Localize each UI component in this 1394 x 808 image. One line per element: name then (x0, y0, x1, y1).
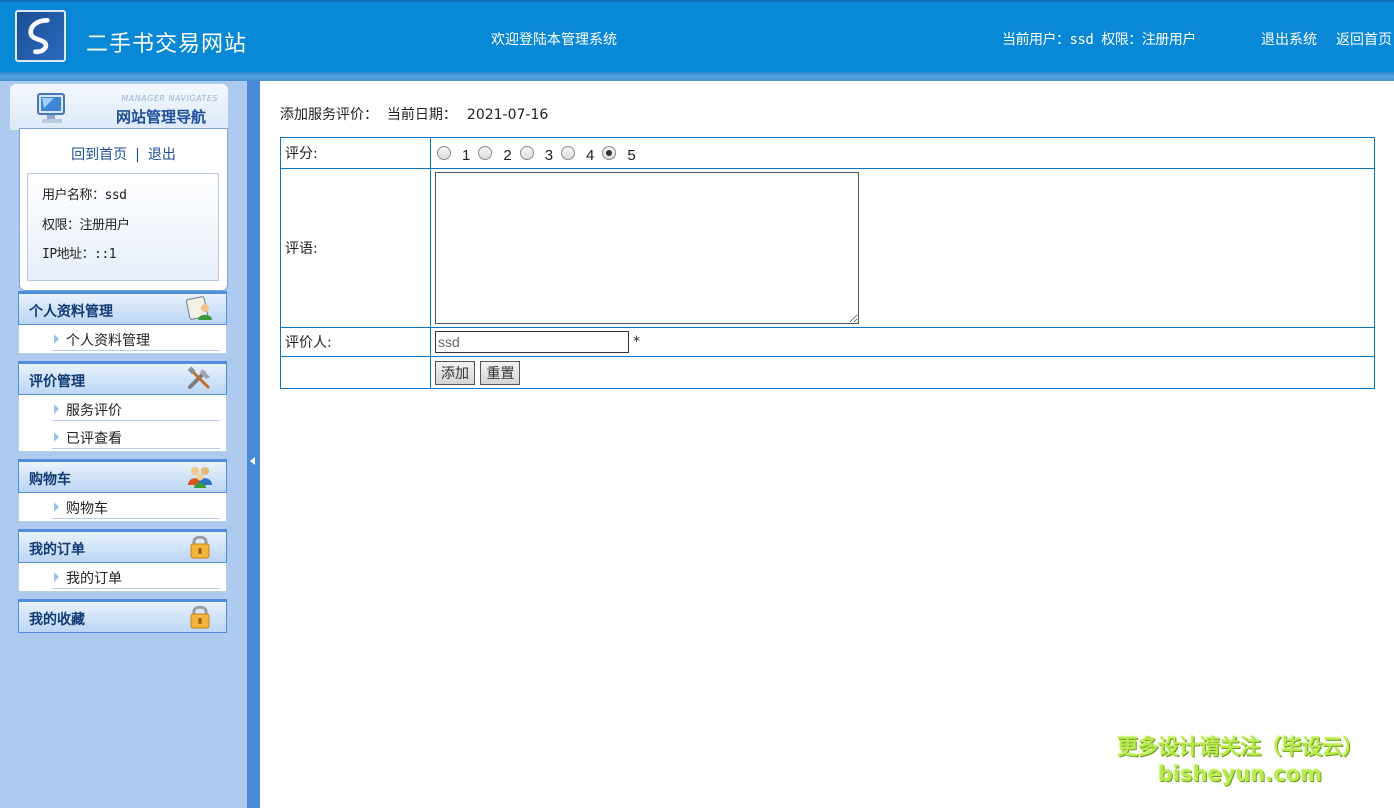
menu-review[interactable]: 评价管理 (18, 361, 227, 395)
arrow-right-icon (54, 502, 59, 512)
menu-title: 我的订单 (29, 542, 85, 558)
monitor-icon (37, 93, 65, 123)
menu-favorites[interactable]: 我的收藏 (18, 599, 227, 633)
review-form: 评分: 1 2 3 4 5 评语: 评价人: * 添加 重置 (280, 137, 1375, 389)
nav-header: MANAGER NAVIGATES 网站管理导航 (10, 84, 228, 130)
welcome-text: 欢迎登陆本管理系统 (491, 32, 617, 48)
menu-title: 评价管理 (29, 374, 85, 390)
menu-title: 个人资料管理 (29, 304, 113, 320)
score-radio-label: 4 (586, 146, 595, 164)
empty-cell (280, 356, 431, 389)
users-icon (188, 467, 212, 488)
score-radio-label: 3 (544, 146, 554, 164)
add-button[interactable]: 添加 (435, 360, 475, 385)
nav-subtitle: MANAGER NAVIGATES (121, 94, 218, 103)
score-radio-4[interactable] (561, 146, 576, 160)
reviewer-label: 评价人: (280, 327, 431, 357)
menu-orders-items: 我的订单 (18, 563, 227, 592)
nav-title: 网站管理导航 (115, 108, 206, 126)
profile-icon (186, 296, 212, 320)
score-radio-1[interactable] (437, 146, 451, 160)
divider (52, 420, 220, 421)
menu-cart[interactable]: 购物车 (18, 459, 227, 493)
score-radio-2[interactable] (478, 146, 493, 160)
lock-icon (190, 535, 210, 559)
menu-title: 我的收藏 (29, 612, 85, 628)
menu-item-cart[interactable]: 购物车 (19, 493, 226, 521)
user-panel: 回到首页 | 退出 用户名称：ssd 权限：注册用户 IP地址：::1 (19, 128, 228, 291)
score-radio-label: 5 (627, 146, 636, 164)
user-name: 用户名称：ssd (42, 188, 127, 203)
header-divider (0, 72, 1394, 81)
breadcrumb: 添加服务评价： 当前日期： 2021-07-16 (280, 104, 548, 124)
home-link[interactable]: 返回首页 (1336, 29, 1392, 49)
menu-item-view-reviews[interactable]: 已评查看 (19, 423, 226, 451)
watermark-line1: 更多设计请关注（毕设云） (1117, 735, 1364, 759)
comment-textarea[interactable] (435, 172, 859, 324)
menu-item-label: 个人资料管理 (66, 333, 150, 349)
menu-review-items: 服务评价 已评查看 (18, 395, 227, 452)
top-header: 二手书交易网站 欢迎登陆本管理系统 当前用户：ssd 权限：注册用户 退出系统 … (0, 0, 1394, 74)
user-permission: 权限：注册用户 (42, 218, 130, 233)
collapse-arrow-icon (250, 457, 255, 465)
back-home-link[interactable]: 回到首页 (71, 147, 127, 163)
divider (52, 588, 220, 589)
comment-label: 评语: (280, 168, 431, 328)
current-date: 2021-07-16 (466, 107, 549, 123)
exit-link[interactable]: 退出 (148, 147, 176, 163)
sidebar-collapse-toggle[interactable] (247, 81, 260, 808)
menu-item-label: 购物车 (66, 501, 108, 517)
menu-item-label: 服务评价 (66, 403, 122, 419)
page-title: 添加服务评价： 当前日期： (280, 107, 457, 123)
site-logo (15, 10, 66, 62)
lock-icon (190, 605, 210, 629)
arrow-right-icon (54, 334, 59, 344)
watermark-line2: bisheyun.com (1157, 762, 1323, 786)
reset-button[interactable]: 重置 (480, 360, 521, 385)
quick-links: 回到首页 | 退出 (20, 144, 227, 164)
divider (52, 350, 220, 351)
required-mark: * (633, 334, 640, 350)
button-cell: 添加 重置 (430, 356, 1375, 389)
divider (52, 518, 220, 519)
user-ip: IP地址：::1 (42, 247, 117, 262)
menu-item-label: 已评查看 (66, 431, 122, 447)
menu-item-profile[interactable]: 个人资料管理 (19, 325, 226, 353)
score-radio-label: 2 (503, 146, 512, 164)
site-title: 二手书交易网站 (86, 32, 248, 57)
menu-orders[interactable]: 我的订单 (18, 529, 227, 563)
score-radio-group: 1 2 3 4 5 (435, 139, 1370, 167)
menu-cart-items: 购物车 (18, 493, 227, 522)
arrow-right-icon (54, 404, 59, 414)
watermark: 更多设计请关注（毕设云） bisheyun.com (1110, 731, 1370, 786)
comment-field (430, 168, 1375, 328)
reviewer-input[interactable] (435, 331, 629, 353)
menu-item-label: 我的订单 (66, 571, 122, 587)
arrow-right-icon (54, 572, 59, 582)
menu-item-orders[interactable]: 我的订单 (19, 563, 226, 591)
sidebar: MANAGER NAVIGATES 网站管理导航 回到首页 | 退出 用户名称：ss… (0, 81, 247, 808)
link-separator: | (135, 147, 140, 163)
arrow-right-icon (54, 432, 59, 442)
score-field: 1 2 3 4 5 (430, 137, 1375, 169)
score-radio-3[interactable] (519, 146, 534, 160)
menu-item-service-review[interactable]: 服务评价 (19, 395, 226, 423)
tools-icon (187, 366, 210, 389)
menu-profile-items: 个人资料管理 (18, 325, 227, 354)
score-label: 评分: (280, 137, 431, 169)
score-radio-label: 1 (462, 146, 471, 164)
current-user-info: 当前用户：ssd 权限：注册用户 (1002, 32, 1196, 48)
score-radio-5[interactable] (602, 146, 617, 160)
reviewer-field: * (430, 327, 1375, 357)
menu-title: 购物车 (29, 472, 71, 488)
logout-link[interactable]: 退出系统 (1261, 29, 1317, 49)
user-info-box: 用户名称：ssd 权限：注册用户 IP地址：::1 (27, 173, 219, 281)
menu-profile[interactable]: 个人资料管理 (18, 291, 227, 325)
divider (52, 448, 220, 449)
